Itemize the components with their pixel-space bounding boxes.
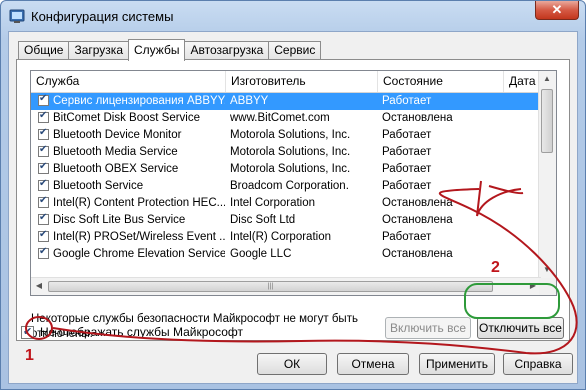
- close-button[interactable]: ✕: [535, 1, 579, 20]
- column-header-date[interactable]: Дата о: [504, 71, 541, 92]
- scroll-down-icon[interactable]: ▼: [539, 262, 555, 278]
- column-header-manufacturer[interactable]: Изготовитель: [226, 71, 378, 92]
- service-manufacturer: Broadcom Corporation.: [230, 180, 349, 192]
- service-manufacturer: Motorola Solutions, Inc.: [230, 146, 351, 158]
- table-row[interactable]: Сервис лицензирования ABBYY... ABBYY Работ…: [31, 93, 541, 110]
- service-manufacturer: Intel(R) Corporation: [230, 231, 331, 243]
- horizontal-scroll-thumb[interactable]: |||: [48, 281, 493, 292]
- service-manufacturer: www.BitComet.com: [230, 112, 330, 124]
- service-name: Сервис лицензирования ABBYY...: [53, 95, 225, 107]
- vertical-scrollbar[interactable]: ▲ ▼: [538, 71, 556, 278]
- horizontal-scrollbar[interactable]: ◀ ||| ▶: [31, 277, 541, 295]
- service-status: Работает: [382, 231, 432, 243]
- close-icon: ✕: [551, 2, 563, 17]
- service-manufacturer: Intel Corporation: [230, 197, 316, 209]
- service-status: Работает: [382, 163, 432, 175]
- service-status: Остановлена: [382, 214, 453, 226]
- service-checkbox[interactable]: [38, 110, 49, 123]
- column-header-status[interactable]: Состояние: [378, 71, 504, 92]
- table-row[interactable]: BitComet Disk Boost Service www.BitComet.…: [31, 110, 541, 127]
- apply-button[interactable]: Применить: [419, 353, 495, 375]
- service-name: Google Chrome Elevation Service: [53, 248, 225, 260]
- tab-tools[interactable]: Сервис: [268, 41, 322, 60]
- tab-boot[interactable]: Загрузка: [68, 41, 129, 60]
- service-name: Bluetooth OBEX Service: [53, 163, 179, 175]
- list-header: Служба Изготовитель Состояние Дата о: [31, 71, 541, 93]
- service-checkbox[interactable]: [38, 93, 49, 106]
- table-row[interactable]: Bluetooth Service Broadcom Corporation. Ра…: [31, 178, 541, 195]
- msconfig-app-icon: [9, 9, 25, 23]
- disable-all-button[interactable]: Отключить все: [477, 317, 564, 339]
- service-name: Intel(R) PROSet/Wireless Event ...: [53, 231, 225, 243]
- checkbox-icon[interactable]: [21, 325, 34, 339]
- service-checkbox[interactable]: [38, 178, 49, 191]
- service-status: Остановлена: [382, 248, 453, 260]
- service-checkbox[interactable]: [38, 127, 49, 140]
- enable-all-button[interactable]: Включить все: [385, 317, 471, 339]
- service-status: Работает: [382, 146, 432, 158]
- service-checkbox[interactable]: [38, 212, 49, 225]
- table-row[interactable]: Google Chrome Elevation Service Google LL…: [31, 246, 541, 263]
- service-name: Bluetooth Media Service: [53, 146, 178, 158]
- service-name: Bluetooth Device Monitor: [53, 129, 182, 141]
- service-rows: Сервис лицензирования ABBYY... ABBYY Работ…: [31, 93, 541, 263]
- hide-microsoft-services-label[interactable]: Не отображать службы Майкрософт: [40, 325, 243, 339]
- help-button[interactable]: Справка: [503, 353, 573, 375]
- service-status: Работает: [382, 129, 432, 141]
- service-status: Остановлена: [382, 197, 453, 209]
- service-manufacturer: Motorola Solutions, Inc.: [230, 163, 351, 175]
- tab-general[interactable]: Общие: [18, 41, 70, 60]
- service-checkbox[interactable]: [38, 246, 49, 259]
- scrollbar-corner: [539, 278, 556, 295]
- vertical-scroll-thumb[interactable]: [541, 89, 553, 153]
- service-status: Работает: [382, 95, 432, 107]
- service-checkbox[interactable]: [38, 229, 49, 242]
- service-manufacturer: Motorola Solutions, Inc.: [230, 129, 351, 141]
- service-status: Остановлена: [382, 112, 453, 124]
- table-row[interactable]: Bluetooth OBEX Service Motorola Solutions…: [31, 161, 541, 178]
- table-row[interactable]: Intel(R) PROSet/Wireless Event ... Intel(…: [31, 229, 541, 246]
- service-name: Intel(R) Content Protection HEC...: [53, 197, 225, 209]
- service-name: Disc Soft Lite Bus Service: [53, 214, 186, 226]
- service-manufacturer: Disc Soft Ltd: [230, 214, 296, 226]
- column-header-service[interactable]: Служба: [31, 71, 226, 92]
- service-name: Bluetooth Service: [53, 180, 144, 192]
- service-status: Работает: [382, 180, 432, 192]
- marker-1-label: 1: [25, 347, 34, 364]
- scroll-up-icon[interactable]: ▲: [539, 71, 555, 87]
- tab-services[interactable]: Службы: [128, 39, 186, 61]
- cancel-button[interactable]: Отмена: [337, 353, 409, 375]
- table-row[interactable]: Bluetooth Device Monitor Motorola Solutio…: [31, 127, 541, 144]
- scroll-left-icon[interactable]: ◀: [31, 278, 47, 294]
- marker-2-label: 2: [491, 259, 500, 276]
- service-manufacturer: Google LLC: [230, 248, 292, 260]
- service-checkbox[interactable]: [38, 161, 49, 174]
- table-row[interactable]: Bluetooth Media Service Motorola Solution…: [31, 144, 541, 161]
- service-name: BitComet Disk Boost Service: [53, 112, 200, 124]
- tab-startup[interactable]: Автозагрузка: [184, 41, 270, 60]
- service-manufacturer: ABBYY: [230, 95, 269, 107]
- service-checkbox[interactable]: [38, 195, 49, 208]
- services-list: Служба Изготовитель Состояние Дата о Сер…: [30, 70, 557, 296]
- tab-strip: Общие Загрузка Службы Автозагрузка Серви…: [18, 39, 322, 61]
- services-panel: Служба Изготовитель Состояние Дата о Сер…: [16, 59, 570, 341]
- system-configuration-window: Конфигурация системы ✕ Общие Загрузка Сл…: [0, 0, 586, 390]
- title-bar[interactable]: Конфигурация системы ✕: [1, 1, 585, 31]
- dialog-client-area: Общие Загрузка Службы Автозагрузка Серви…: [8, 31, 578, 384]
- window-title: Конфигурация системы: [31, 9, 174, 24]
- service-checkbox[interactable]: [38, 144, 49, 157]
- ok-button[interactable]: ОК: [257, 353, 327, 375]
- table-row[interactable]: Disc Soft Lite Bus Service Disc Soft Ltd О…: [31, 212, 541, 229]
- table-row[interactable]: Intel(R) Content Protection HEC... Intel …: [31, 195, 541, 212]
